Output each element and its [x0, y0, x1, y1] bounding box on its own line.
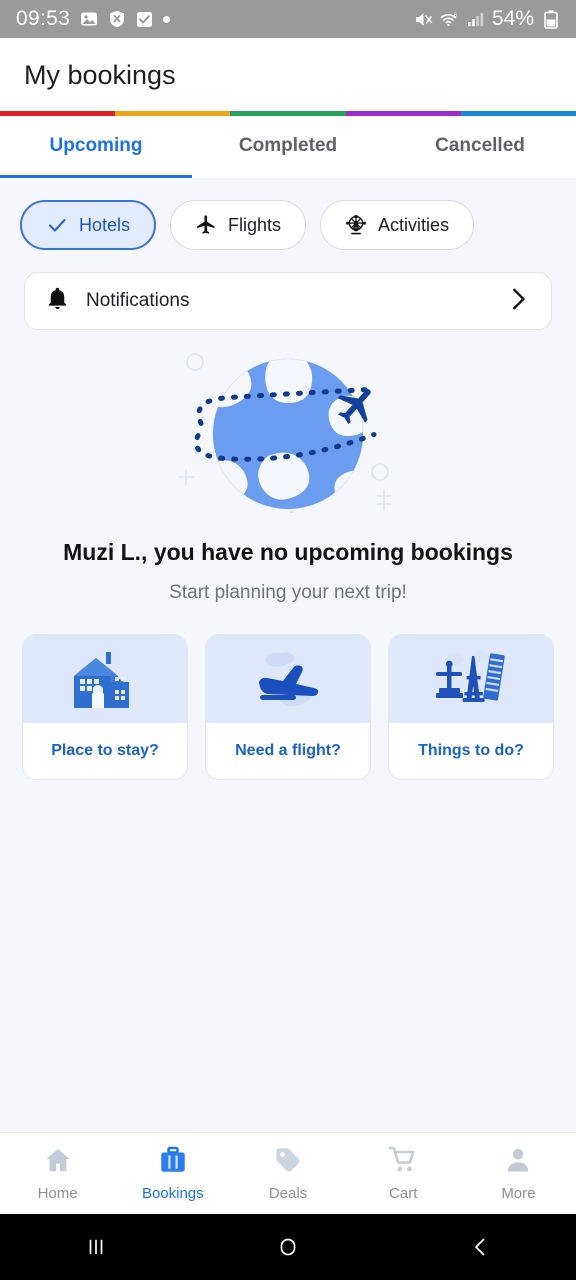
airplane-icon [195, 214, 217, 236]
filter-chip-row: Hotels Flights Activities [0, 178, 576, 260]
suggestion-card-need-a-flight-label: Need a flight? [206, 723, 370, 779]
suggestion-card-place-to-stay-label: Place to stay? [23, 723, 187, 779]
home-icon [43, 1145, 73, 1180]
person-icon [503, 1145, 533, 1180]
bottom-navigation-bar: Home Bookings Deals Cart More [0, 1132, 576, 1214]
svg-text:6: 6 [454, 12, 457, 18]
nav-item-home-label: Home [37, 1185, 78, 1202]
filter-chip-activities[interactable]: Activities [320, 200, 475, 250]
dot-icon [163, 15, 171, 23]
android-navigation-bar [0, 1214, 576, 1280]
signal-bars-icon [466, 10, 485, 29]
nav-item-more[interactable]: More [461, 1145, 576, 1202]
shield-x-icon [107, 10, 126, 29]
tab-completed[interactable]: Completed [192, 116, 384, 178]
filter-chip-flights-label: Flights [228, 214, 282, 235]
landmarks-icon [389, 635, 553, 723]
globe-with-airplane-illustration [148, 344, 428, 529]
page-title: My bookings [24, 60, 176, 90]
nav-item-cart[interactable]: Cart [346, 1145, 461, 1202]
nav-item-home[interactable]: Home [0, 1145, 115, 1202]
notifications-section: Notifications [0, 260, 576, 330]
nav-item-bookings-label: Bookings [141, 1185, 204, 1202]
wifi-6-icon: 6 [440, 10, 459, 29]
house-icon [23, 635, 187, 723]
status-bar-left: 09:53 [16, 7, 171, 31]
empty-state-title: Muzi L., you have no upcoming bookings [63, 539, 513, 565]
ferris-wheel-icon [345, 214, 367, 236]
takeoff-plane-icon [206, 635, 370, 723]
suggestion-card-row: Place to stay? Need a flight? Things to … [0, 604, 576, 780]
notifications-row[interactable]: Notifications [24, 272, 552, 330]
empty-state-illustration-wrap [0, 330, 576, 533]
filter-chip-activities-label: Activities [378, 214, 450, 235]
filter-chip-flights[interactable]: Flights [170, 200, 307, 250]
suggestion-card-things-to-do-label: Things to do? [389, 723, 553, 779]
check-icon [46, 214, 68, 236]
battery-icon [541, 10, 560, 29]
photo-icon [79, 10, 98, 29]
nav-item-deals[interactable]: Deals [230, 1145, 345, 1202]
filter-chip-hotels[interactable]: Hotels [20, 200, 157, 250]
mute-icon [414, 10, 433, 29]
phone-screen: 09:53 6 54% My bookings Upcoming Complet… [0, 0, 576, 1280]
back-icon[interactable] [384, 1234, 576, 1260]
nav-item-more-label: More [501, 1185, 536, 1202]
nav-item-bookings[interactable]: Bookings [115, 1145, 230, 1202]
status-bar-right: 6 54% [414, 7, 560, 31]
tag-icon [273, 1145, 303, 1180]
suggestion-card-need-a-flight[interactable]: Need a flight? [205, 634, 371, 780]
status-bar-clock: 09:53 [16, 7, 71, 30]
status-bar: 09:53 6 54% [0, 0, 576, 38]
nav-item-deals-label: Deals [268, 1185, 308, 1202]
tab-bar: Upcoming Completed Cancelled [0, 116, 576, 178]
bell-icon [45, 286, 70, 316]
app-bar: My bookings Upcoming Completed Cancelled [0, 38, 576, 178]
tab-upcoming[interactable]: Upcoming [0, 116, 192, 178]
empty-state-subtitle: Start planning your next trip! [169, 582, 407, 603]
notifications-label: Notifications [86, 290, 190, 311]
suggestion-card-place-to-stay[interactable]: Place to stay? [22, 634, 188, 780]
recents-icon[interactable] [0, 1234, 192, 1260]
battery-percent-label: 54% [491, 7, 534, 30]
suitcase-icon [158, 1145, 188, 1180]
checkbox-icon [135, 10, 154, 29]
filter-chip-hotels-label: Hotels [79, 214, 131, 235]
home-circle-icon[interactable] [192, 1234, 384, 1260]
cart-icon [388, 1145, 418, 1180]
main-content: Hotels Flights Activities Notifications … [0, 178, 576, 1132]
nav-item-cart-label: Cart [389, 1185, 418, 1202]
tab-cancelled[interactable]: Cancelled [384, 116, 576, 178]
chevron-right-icon[interactable] [505, 286, 531, 317]
suggestion-card-things-to-do[interactable]: Things to do? [388, 634, 554, 780]
